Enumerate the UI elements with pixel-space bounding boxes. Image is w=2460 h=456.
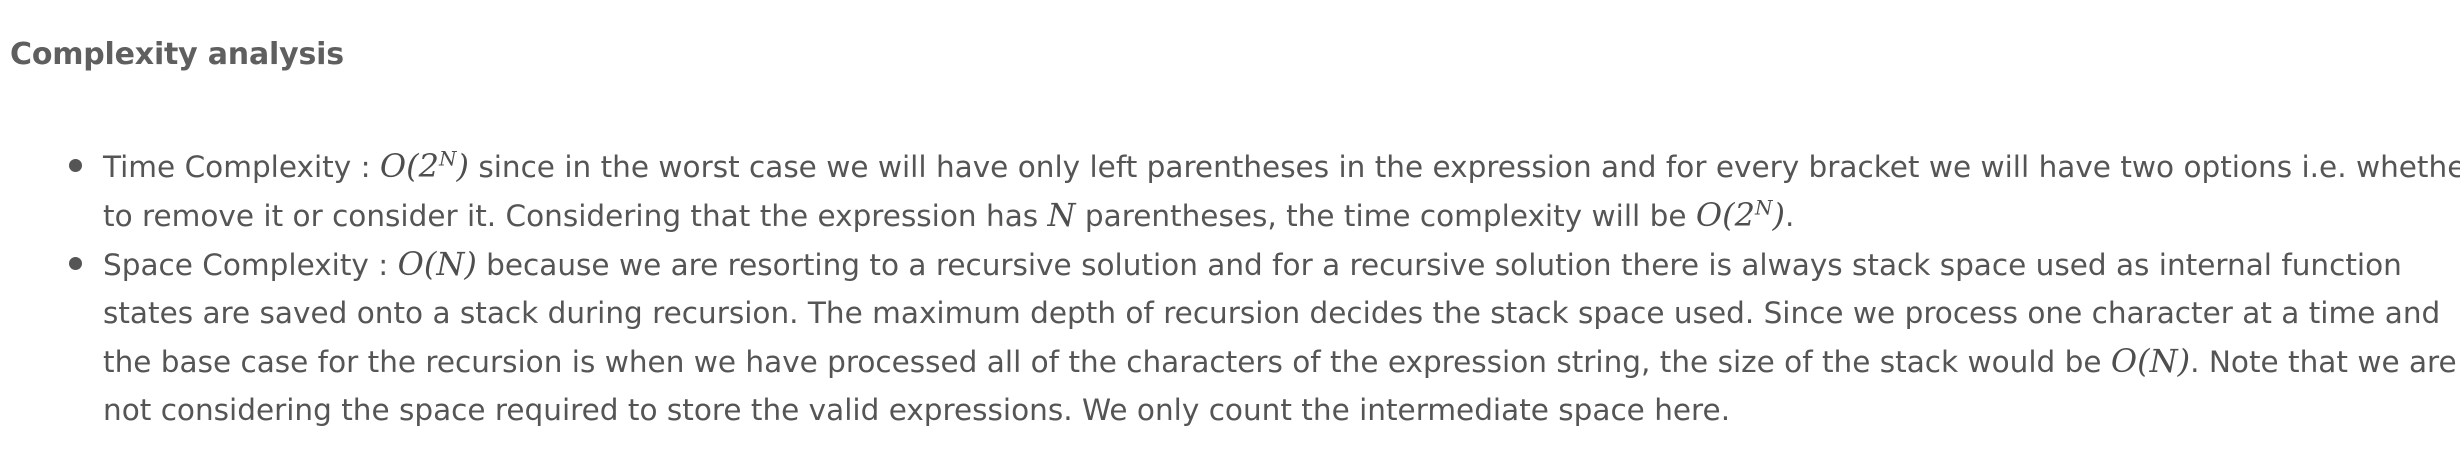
time-complexity-text-2a: to remove it or consider it. Considering…: [103, 199, 1048, 233]
space-complexity-text-3a: the base case for the recursion is when …: [103, 345, 2111, 379]
time-complexity-formula: O(2N): [380, 147, 469, 185]
bullet-icon: [69, 159, 82, 172]
time-complexity-formula-2: O(2N): [1696, 196, 1785, 234]
formula-main: O(2: [379, 147, 439, 185]
space-complexity-formula-2: O(N): [2110, 342, 2191, 380]
time-complexity-line-2: to remove it or consider it. Considering…: [103, 191, 2440, 240]
time-complexity-text: since in the worst case we will have onl…: [468, 150, 2460, 184]
sentence-end: .: [1784, 199, 1795, 233]
complexity-analysis-section: Complexity analysis Time Complexity : O(…: [0, 0, 2460, 456]
space-complexity-text-3b: . Note that we are: [2190, 345, 2457, 379]
space-complexity-line-2: states are saved onto a stack during rec…: [103, 296, 2441, 330]
formula-exponent: N: [1754, 195, 1773, 220]
bullet-icon: [69, 257, 82, 270]
space-complexity-line-1: Space Complexity : O(N) because we are r…: [103, 240, 2440, 289]
complexity-list: Time Complexity : O(2N) since in the wor…: [10, 142, 2460, 434]
formula-close: ): [456, 147, 469, 185]
formula-close: ): [1772, 196, 1785, 234]
space-complexity-text: because we are resorting to a recursive …: [476, 248, 2402, 282]
time-complexity-item: Time Complexity : O(2N) since in the wor…: [10, 142, 2460, 240]
space-complexity-line-3: the base case for the recursion is when …: [103, 337, 2457, 386]
space-complexity-item: Space Complexity : O(N) because we are r…: [10, 240, 2460, 434]
variable-n: N: [1047, 196, 1076, 234]
section-heading: Complexity analysis: [10, 37, 344, 72]
space-complexity-formula: O(N): [397, 245, 477, 283]
time-complexity-label: Time Complexity :: [103, 150, 380, 184]
time-complexity-text-2b: parentheses, the time complexity will be: [1075, 199, 1696, 233]
formula-exponent: N: [438, 146, 457, 171]
time-complexity-line-1: Time Complexity : O(2N) since in the wor…: [103, 142, 2460, 191]
space-complexity-label: Space Complexity :: [103, 248, 398, 282]
formula-main: O(2: [1695, 196, 1755, 234]
space-complexity-line-4: not considering the space required to st…: [103, 393, 1731, 427]
